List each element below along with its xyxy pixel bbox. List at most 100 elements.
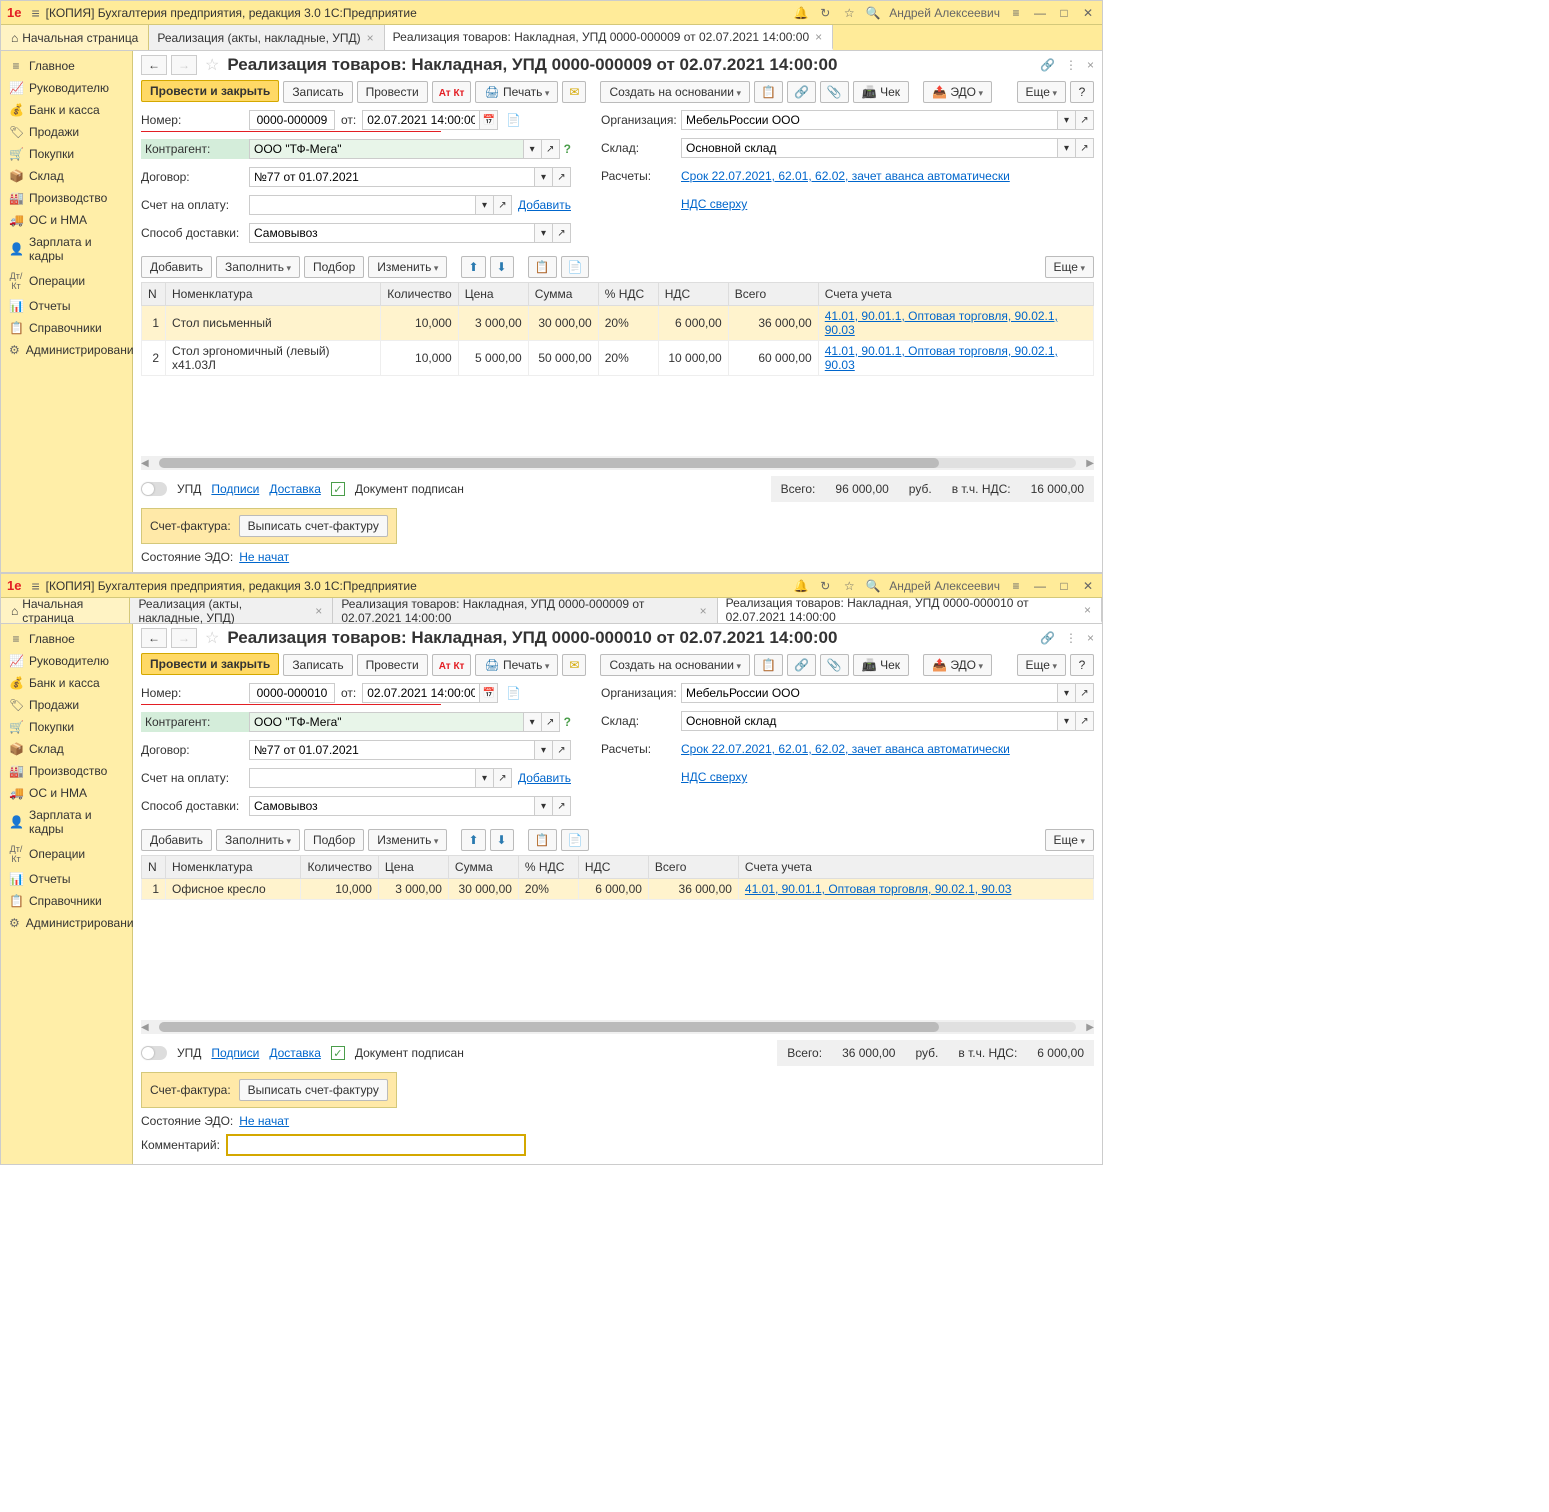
search-icon[interactable]: 🔍: [865, 5, 881, 21]
vat-link[interactable]: НДС сверху: [681, 197, 747, 211]
sidebar-item-main[interactable]: ≡Главное: [1, 55, 132, 77]
dtkt-button[interactable]: Ат Кт: [432, 654, 472, 676]
dropdown-icon[interactable]: ▾: [524, 139, 542, 159]
delivery-input[interactable]: [249, 796, 535, 816]
edo-state-link[interactable]: Не начат: [239, 1114, 289, 1128]
table-fill-button[interactable]: Заполнить: [216, 256, 300, 278]
warehouse-input[interactable]: [681, 711, 1058, 731]
favorite-icon[interactable]: ☆: [205, 628, 219, 648]
sidebar-item-operations[interactable]: Дт/КтОперации: [1, 840, 132, 868]
dropdown-icon[interactable]: ▾: [476, 195, 494, 215]
dropdown-icon[interactable]: ▾: [535, 167, 553, 187]
vat-link[interactable]: НДС сверху: [681, 770, 747, 784]
delivery-link[interactable]: Доставка: [269, 1046, 321, 1060]
date-input[interactable]: [362, 110, 480, 130]
star-icon[interactable]: ☆: [841, 578, 857, 594]
more-button[interactable]: Еще: [1017, 654, 1066, 676]
date-input[interactable]: [362, 683, 480, 703]
sidebar-item-assets[interactable]: 🚚ОС и НМА: [1, 782, 132, 804]
dropdown-icon[interactable]: ▾: [1058, 683, 1076, 703]
close-doc-icon[interactable]: ×: [1087, 631, 1094, 645]
create-based-button[interactable]: Создать на основании: [600, 81, 750, 103]
move-up-button[interactable]: ⬆: [461, 256, 485, 278]
tab-document[interactable]: Реализация товаров: Накладная, УПД 0000-…: [385, 25, 833, 50]
sidebar-item-main[interactable]: ≡Главное: [1, 628, 132, 650]
link-icon[interactable]: 🔗: [1040, 631, 1055, 645]
org-input[interactable]: [681, 683, 1058, 703]
signatures-link[interactable]: Подписи: [211, 482, 259, 496]
maximize-icon[interactable]: □: [1056, 578, 1072, 594]
dtkt-button[interactable]: Ат Кт: [432, 81, 472, 103]
accounts-link[interactable]: 41.01, 90.01.1, Оптовая торговля, 90.02.…: [825, 344, 1058, 372]
form-button[interactable]: 📋: [754, 81, 783, 103]
sidebar-item-operations[interactable]: Дт/КтОперации: [1, 267, 132, 295]
signatures-link[interactable]: Подписи: [211, 1046, 259, 1060]
add-link[interactable]: Добавить: [518, 771, 571, 785]
sidebar-item-warehouse[interactable]: 📦Склад: [1, 165, 132, 187]
help-icon[interactable]: ?: [564, 715, 571, 729]
tab-document-10[interactable]: Реализация товаров: Накладная, УПД 0000-…: [718, 598, 1102, 623]
table-more-button[interactable]: Еще: [1045, 829, 1094, 851]
delivery-link[interactable]: Доставка: [269, 482, 321, 496]
settings-icon[interactable]: ≡: [1008, 578, 1024, 594]
warehouse-input[interactable]: [681, 138, 1058, 158]
dropdown-icon[interactable]: ▾: [535, 796, 553, 816]
move-up-button[interactable]: ⬆: [461, 829, 485, 851]
envelope-button[interactable]: ✉: [562, 654, 586, 676]
help-button[interactable]: ?: [1070, 654, 1094, 676]
open-icon[interactable]: ↗: [553, 796, 571, 816]
maximize-icon[interactable]: □: [1056, 5, 1072, 21]
sidebar-item-manager[interactable]: 📈Руководителю: [1, 77, 132, 99]
sidebar-item-production[interactable]: 🏭Производство: [1, 760, 132, 782]
open-icon[interactable]: ↗: [1076, 138, 1094, 158]
sidebar-item-assets[interactable]: 🚚ОС и НМА: [1, 209, 132, 231]
contract-input[interactable]: [249, 167, 535, 187]
add-link[interactable]: Добавить: [518, 198, 571, 212]
paste-button[interactable]: 📄: [561, 256, 590, 278]
user-name[interactable]: Андрей Алексеевич: [889, 6, 1000, 20]
move-down-button[interactable]: ⬇: [490, 829, 514, 851]
horizontal-scrollbar[interactable]: ◀▶: [141, 456, 1094, 470]
open-icon[interactable]: ↗: [494, 768, 512, 788]
sidebar-item-admin[interactable]: ⚙Администрирование: [1, 339, 132, 361]
org-input[interactable]: [681, 110, 1058, 130]
table-select-button[interactable]: Подбор: [304, 829, 364, 851]
edo-button[interactable]: 📤 ЭДО: [923, 81, 992, 103]
comment-input[interactable]: [226, 1134, 526, 1156]
sidebar-item-bank[interactable]: 💰Банк и касса: [1, 99, 132, 121]
edo-state-link[interactable]: Не начат: [239, 550, 289, 564]
history-icon[interactable]: ↻: [817, 578, 833, 594]
dropdown-icon[interactable]: ▾: [1058, 711, 1076, 731]
tab-home[interactable]: ⌂ Начальная страница: [1, 25, 149, 50]
tab-close-icon[interactable]: ×: [365, 31, 376, 45]
delivery-input[interactable]: [249, 223, 535, 243]
close-icon[interactable]: ✕: [1080, 5, 1096, 21]
contract-input[interactable]: [249, 740, 535, 760]
post-close-button[interactable]: Провести и закрыть: [141, 653, 279, 675]
table-select-button[interactable]: Подбор: [304, 256, 364, 278]
table-add-button[interactable]: Добавить: [141, 256, 212, 278]
sidebar-item-reports[interactable]: 📊Отчеты: [1, 868, 132, 890]
upd-toggle[interactable]: [141, 482, 167, 496]
open-icon[interactable]: ↗: [1076, 683, 1094, 703]
copy-button[interactable]: 📋: [528, 829, 557, 851]
link-button[interactable]: 🔗: [787, 81, 816, 103]
search-icon[interactable]: 🔍: [865, 578, 881, 594]
table-row[interactable]: 2 Стол эргономичный (левый) х41.03Л 10,0…: [142, 341, 1094, 376]
contractor-input[interactable]: [249, 712, 524, 732]
open-icon[interactable]: ↗: [542, 712, 560, 732]
accounts-link[interactable]: 41.01, 90.01.1, Оптовая торговля, 90.02.…: [825, 309, 1058, 337]
accounts-link[interactable]: 41.01, 90.01.1, Оптовая торговля, 90.02.…: [745, 882, 1012, 896]
paste-button[interactable]: 📄: [561, 829, 590, 851]
tab-close-icon[interactable]: ×: [698, 604, 709, 618]
print-button[interactable]: 🖨 Печать: [475, 81, 558, 103]
dropdown-icon[interactable]: ▾: [1058, 138, 1076, 158]
bell-icon[interactable]: 🔔: [793, 5, 809, 21]
table-change-button[interactable]: Изменить: [368, 829, 447, 851]
open-icon[interactable]: ↗: [494, 195, 512, 215]
calendar-icon[interactable]: 📅: [480, 683, 498, 703]
open-icon[interactable]: ↗: [553, 223, 571, 243]
copy-button[interactable]: 📋: [528, 256, 557, 278]
table-change-button[interactable]: Изменить: [368, 256, 447, 278]
sidebar-item-hr[interactable]: 👤Зарплата и кадры: [1, 231, 132, 267]
